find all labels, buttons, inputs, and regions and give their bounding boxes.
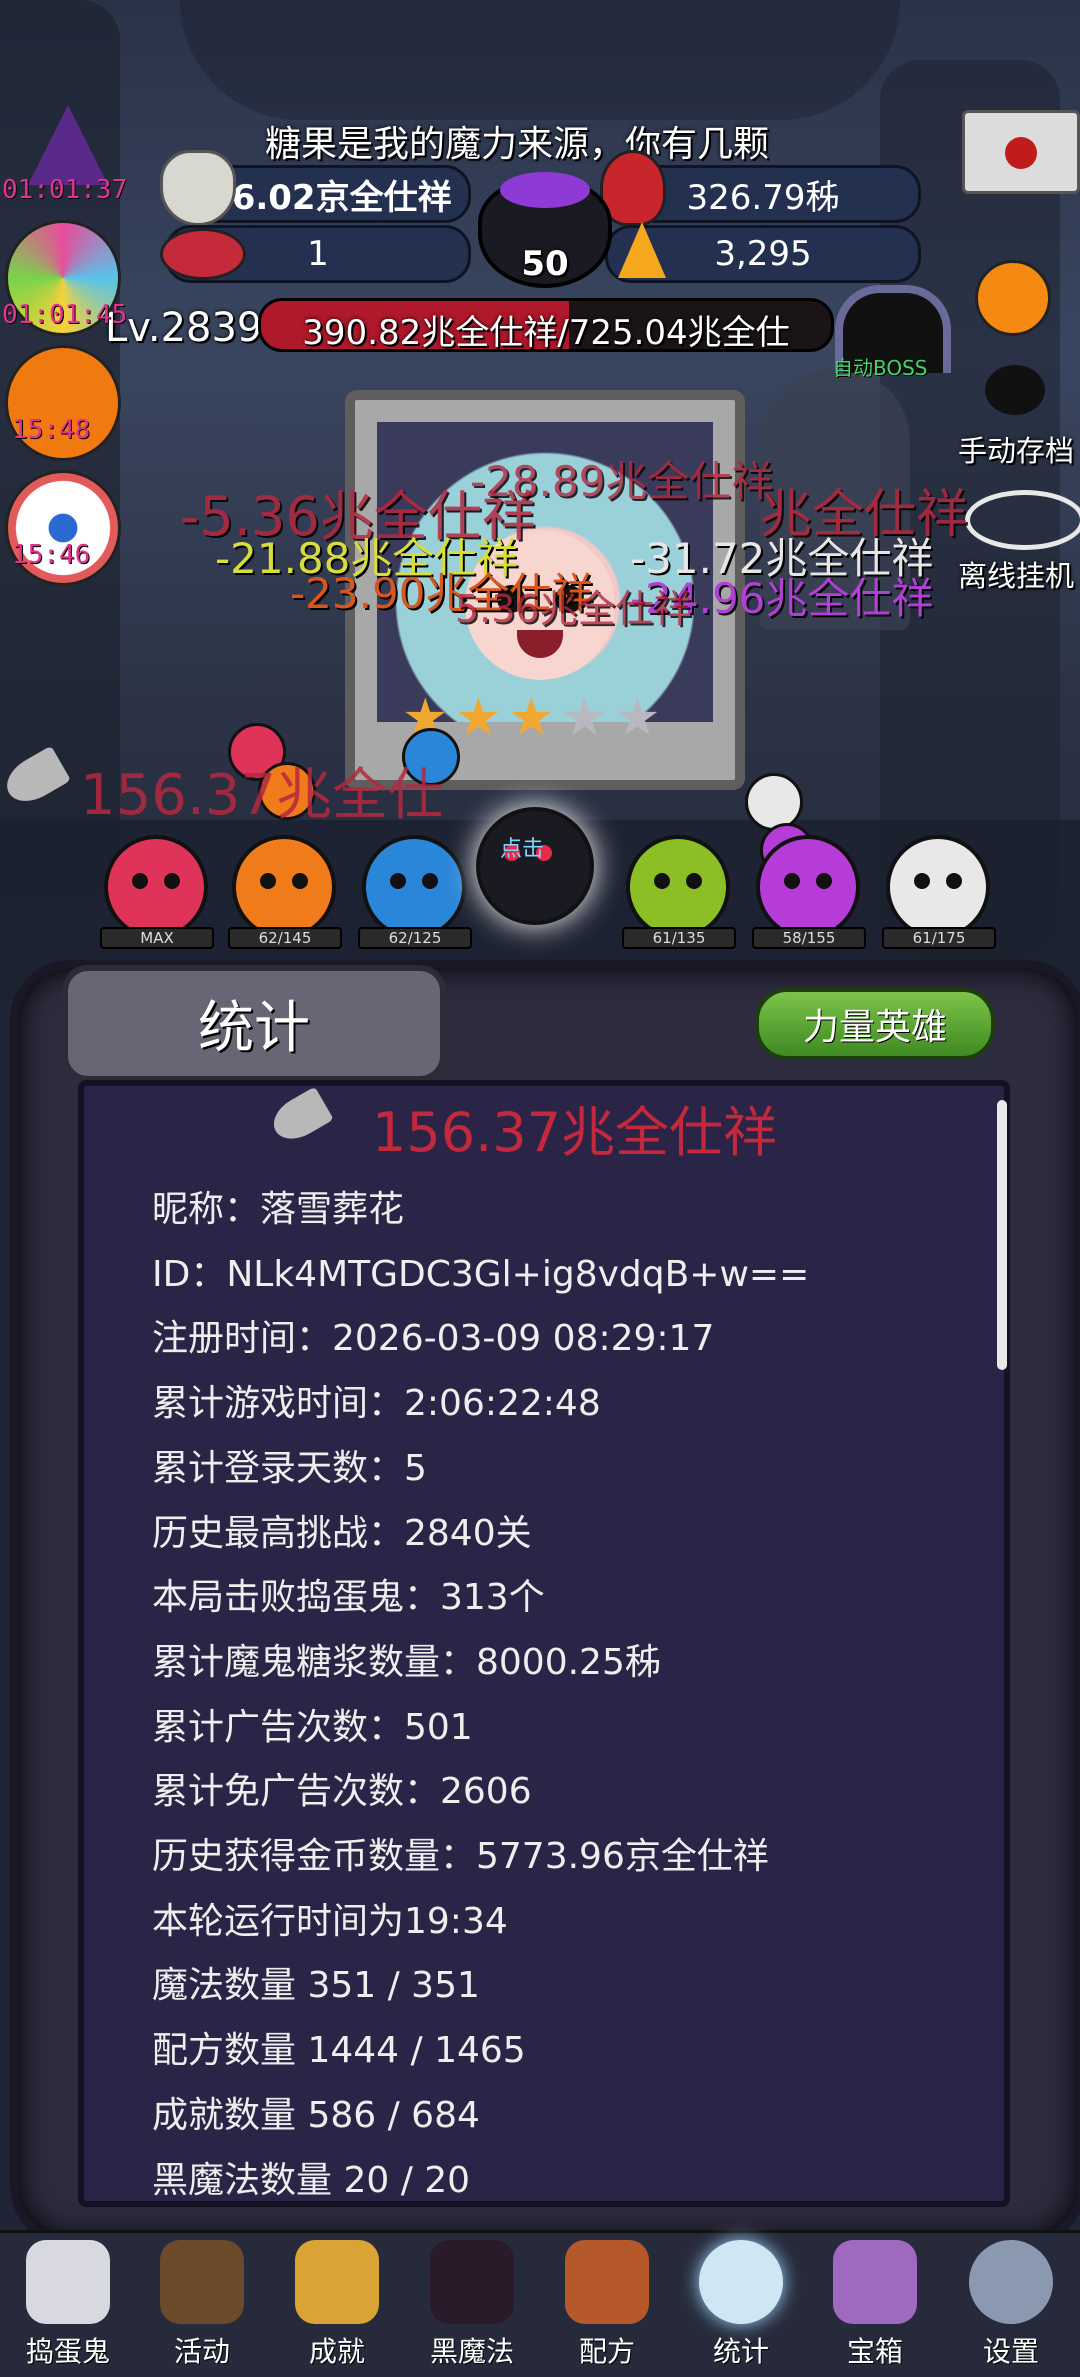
monster-slot[interactable]: 58/155 — [752, 835, 866, 965]
boss-hp-bar: 390.82兆全仕祥/725.04兆全仕 — [258, 298, 834, 352]
nav-label: 成就 — [308, 2335, 365, 2368]
nav-item[interactable]: 统计 — [681, 2240, 801, 2370]
spider-icon[interactable] — [985, 365, 1045, 415]
monster-slot[interactable]: 61/135 — [622, 835, 736, 965]
gold-bag-icon — [160, 150, 236, 226]
axe-damage-text: 156.37兆全仕 — [80, 763, 444, 828]
nav-item[interactable]: 黑魔法 — [412, 2240, 532, 2370]
nav-label: 宝箱 — [846, 2335, 903, 2368]
pumpkin-potion-icon[interactable] — [975, 260, 1051, 336]
stat-row: 累计魔鬼糖浆数量：8000.25秭 — [152, 1641, 661, 1683]
gear-icon — [969, 2240, 1053, 2324]
stats-tab[interactable]: 统计 — [62, 965, 446, 1082]
candy-corn-icon — [618, 222, 666, 278]
monster-hp-bar: 61/135 — [622, 927, 736, 949]
witch-hat-icon[interactable] — [28, 105, 108, 185]
monster-slot[interactable]: 62/125 — [358, 835, 472, 965]
mail-icon[interactable] — [962, 110, 1080, 194]
nav-item[interactable]: 捣蛋鬼 — [8, 2240, 128, 2370]
stat-row: 注册时间：2026-03-09 08:29:17 — [152, 1318, 715, 1360]
cauldron-icon[interactable]: 50 — [478, 172, 612, 288]
monster-hp-bar: MAX — [100, 927, 214, 949]
monster-skull[interactable] — [626, 835, 730, 939]
flying-skull — [745, 773, 803, 831]
candy-corn-value: 3,295 — [714, 234, 812, 274]
monster-slot[interactable]: 点击 — [476, 807, 594, 965]
boss-hp-text: 390.82兆全仕祥/725.04兆全仕 — [302, 313, 790, 352]
timer-pumpkin: 15:48 — [12, 415, 91, 445]
monster-skull[interactable] — [104, 835, 208, 939]
power-hero-label: 力量英雄 — [802, 1007, 947, 1048]
portrait-star-5: ★ — [614, 688, 661, 748]
stat-row: 魔法数量 351 / 351 — [152, 1965, 480, 2007]
monster-skull[interactable] — [756, 835, 860, 939]
stat-row: 昵称：落雪葬花 — [152, 1189, 405, 1230]
book-icon — [565, 2240, 649, 2324]
nav-label: 捣蛋鬼 — [25, 2335, 110, 2368]
player-level: Lv.2839 — [105, 305, 263, 351]
monster-skull[interactable] — [232, 835, 336, 939]
nav-label: 配方 — [578, 2335, 635, 2368]
nav-item[interactable]: 活动 — [142, 2240, 262, 2370]
stat-row: 累计广告次数：501 — [152, 1706, 473, 1748]
portrait-star-2: ★ — [455, 688, 502, 748]
nav-label: 黑魔法 — [429, 2335, 514, 2368]
stat-row: 累计登录天数：5 — [152, 1447, 427, 1489]
click-monster[interactable]: 点击 — [476, 807, 594, 925]
stat-row: 历史获得金币数量：5773.96京全仕祥 — [152, 1836, 769, 1877]
timer-lollipop: 01:01:45 — [2, 300, 128, 330]
fish-bone-icon[interactable] — [965, 490, 1080, 550]
total-damage: 156.37兆全仕祥 — [372, 1101, 777, 1164]
auto-boss-label[interactable]: 自动BOSS — [833, 352, 928, 381]
stat-row: 黑魔法数量 20 / 20 — [152, 2159, 471, 2201]
monster-hp-bar: 62/125 — [358, 927, 472, 949]
stat-row: 本轮运行时间为19:34 — [152, 1900, 508, 1942]
stat-row: 本局击败捣蛋鬼：313个 — [152, 1577, 545, 1619]
hud-banner: 糖果是我的魔力来源，你有几颗 — [265, 124, 770, 165]
monster-skull[interactable] — [886, 835, 990, 939]
stats-tab-title: 统计 — [198, 996, 310, 1061]
nav-label: 统计 — [712, 2335, 769, 2368]
nav-item[interactable]: 配方 — [547, 2240, 667, 2370]
nav-item[interactable]: 成就 — [277, 2240, 397, 2370]
stat-row: 配方数量 1444 / 1465 — [152, 2030, 526, 2072]
potion-value: 326.79秭 — [686, 177, 840, 218]
monster-slot[interactable]: 61/175 — [882, 835, 996, 965]
monster-hp-bar: 61/175 — [882, 927, 996, 949]
stat-row: 成就数量 586 / 684 — [152, 2094, 480, 2136]
timer-witch-hat: 01:01:37 — [2, 175, 128, 205]
portrait-star-3: ★ — [508, 688, 555, 748]
monster-skull[interactable] — [362, 835, 466, 939]
nav-item[interactable]: 宝箱 — [815, 2240, 935, 2370]
damage-text: -28.89兆全仕祥 — [470, 457, 774, 506]
demon-icon — [430, 2240, 514, 2324]
nav-item[interactable]: 设置 — [951, 2240, 1071, 2370]
scrollbar[interactable] — [997, 1100, 1007, 1370]
stat-row: 累计游戏时间：2:06:22:48 — [152, 1383, 601, 1425]
monster-slot[interactable]: 62/145 — [228, 835, 342, 965]
offline-idle-label[interactable]: 离线挂机 — [958, 553, 1074, 595]
cauldron-icon — [160, 2240, 244, 2324]
power-hero-button[interactable]: 力量英雄 — [755, 988, 995, 1060]
manual-save-label[interactable]: 手动存档 — [958, 428, 1074, 470]
nav-label: 设置 — [982, 2335, 1039, 2368]
monster-slot[interactable]: MAX — [100, 835, 214, 965]
click-label: 点击 — [500, 837, 545, 862]
monster-hp-bar: 58/155 — [752, 927, 866, 949]
crystal-ball-icon — [699, 2240, 783, 2324]
stat-row: 历史最高挑战：2840关 — [152, 1512, 532, 1554]
nav-label: 活动 — [173, 2335, 230, 2368]
skull-trophy-icon — [295, 2240, 379, 2324]
timer-eyeball: 15:46 — [12, 540, 91, 570]
chest-icon — [833, 2240, 917, 2324]
portrait-star-4: ★ — [561, 688, 608, 748]
stat-row: ID：NLk4MTGDC3Gl+ig8vdqB+w== — [152, 1253, 810, 1295]
skull-candy-icon — [160, 228, 246, 280]
monster-hp-bar: 62/145 — [228, 927, 342, 949]
ghost-icon — [26, 2240, 110, 2324]
stat-row: 累计免广告次数：2606 — [152, 1771, 532, 1813]
damage-text: 5.36兆全仕祥 — [455, 587, 692, 631]
cauldron-level: 50 — [521, 244, 569, 284]
skull-value: 1 — [307, 234, 329, 274]
